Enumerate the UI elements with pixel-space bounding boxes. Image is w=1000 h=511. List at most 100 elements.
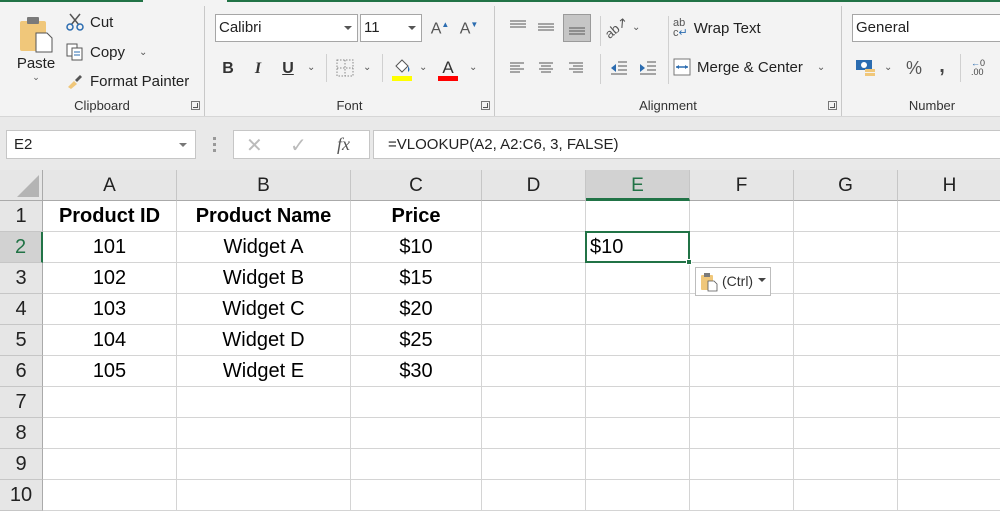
cell-c8[interactable]: [351, 418, 482, 449]
cell-a5[interactable]: 104: [43, 325, 177, 356]
font-name-select[interactable]: Calibri: [215, 14, 358, 42]
cell-g4[interactable]: [794, 294, 898, 325]
cell-e3[interactable]: [586, 263, 690, 294]
cell-f7[interactable]: [690, 387, 794, 418]
cell-h9[interactable]: [898, 449, 1000, 480]
cell-f8[interactable]: [690, 418, 794, 449]
cell-f9[interactable]: [690, 449, 794, 480]
fill-color-button[interactable]: [391, 56, 413, 82]
cell-a2[interactable]: 101: [43, 232, 177, 263]
row-header-8[interactable]: 8: [0, 418, 43, 449]
cell-h6[interactable]: [898, 356, 1000, 387]
cell-h4[interactable]: [898, 294, 1000, 325]
format-painter-button[interactable]: Format Painter: [66, 69, 189, 93]
cell-g7[interactable]: [794, 387, 898, 418]
cell-c4[interactable]: $20: [351, 294, 482, 325]
increase-indent-button[interactable]: [636, 56, 660, 80]
cell-h3[interactable]: [898, 263, 1000, 294]
cell-b4[interactable]: Widget C: [177, 294, 351, 325]
underline-button[interactable]: U: [279, 58, 297, 80]
cell-g1[interactable]: [794, 201, 898, 232]
fill-handle[interactable]: [686, 259, 692, 265]
name-box[interactable]: E2: [6, 130, 196, 159]
increase-decimal-button[interactable]: ←0.00: [966, 56, 990, 80]
cell-b2[interactable]: Widget A: [177, 232, 351, 263]
bottom-align-button[interactable]: [563, 14, 591, 42]
column-header-g[interactable]: G: [794, 170, 898, 201]
cell-a3[interactable]: 102: [43, 263, 177, 294]
paste-button[interactable]: Paste ⌄: [12, 10, 60, 88]
cell-b6[interactable]: Widget E: [177, 356, 351, 387]
cell-h2[interactable]: [898, 232, 1000, 263]
column-header-e[interactable]: E: [586, 170, 690, 201]
merge-center-chevron-icon[interactable]: ⌄: [817, 62, 825, 73]
accounting-format-button[interactable]: [854, 56, 878, 80]
cell-b1[interactable]: Product Name: [177, 201, 351, 232]
cell-b7[interactable]: [177, 387, 351, 418]
cell-h5[interactable]: [898, 325, 1000, 356]
cell-f2[interactable]: [690, 232, 794, 263]
cell-h1[interactable]: [898, 201, 1000, 232]
font-color-button[interactable]: A: [437, 56, 459, 82]
percent-style-button[interactable]: %: [902, 56, 926, 80]
cell-c1[interactable]: Price: [351, 201, 482, 232]
comma-style-button[interactable]: ,: [932, 54, 952, 78]
column-header-d[interactable]: D: [482, 170, 586, 201]
column-header-h[interactable]: H: [898, 170, 1000, 201]
borders-chevron-icon[interactable]: ⌄: [363, 62, 371, 73]
cell-d9[interactable]: [482, 449, 586, 480]
cell-h7[interactable]: [898, 387, 1000, 418]
cell-h10[interactable]: [898, 480, 1000, 511]
borders-button[interactable]: [335, 58, 355, 78]
cell-e7[interactable]: [586, 387, 690, 418]
top-align-button[interactable]: [505, 14, 531, 40]
cell-e6[interactable]: [586, 356, 690, 387]
row-header-1[interactable]: 1: [0, 201, 43, 232]
cell-d8[interactable]: [482, 418, 586, 449]
cell-b9[interactable]: [177, 449, 351, 480]
formula-bar-splitter[interactable]: [213, 137, 216, 153]
cell-a7[interactable]: [43, 387, 177, 418]
font-dialog-launcher[interactable]: [481, 101, 490, 110]
bold-button[interactable]: B: [219, 58, 237, 80]
name-box-dropdown-icon[interactable]: [179, 143, 187, 147]
cell-g5[interactable]: [794, 325, 898, 356]
column-header-f[interactable]: F: [690, 170, 794, 201]
enter-checkmark-icon[interactable]: ✓: [290, 133, 307, 158]
cell-e1[interactable]: [586, 201, 690, 232]
row-header-7[interactable]: 7: [0, 387, 43, 418]
increase-font-size-button[interactable]: A▲: [430, 18, 450, 40]
font-size-select[interactable]: 11: [360, 14, 422, 42]
number-format-select[interactable]: General: [852, 14, 1000, 42]
cell-f4[interactable]: [690, 294, 794, 325]
cell-g9[interactable]: [794, 449, 898, 480]
underline-chevron-icon[interactable]: ⌄: [307, 62, 315, 73]
cut-button[interactable]: Cut: [66, 10, 113, 34]
cell-h8[interactable]: [898, 418, 1000, 449]
accounting-chevron-icon[interactable]: ⌄: [884, 62, 892, 73]
cell-a10[interactable]: [43, 480, 177, 511]
row-header-9[interactable]: 9: [0, 449, 43, 480]
cell-d5[interactable]: [482, 325, 586, 356]
cell-a9[interactable]: [43, 449, 177, 480]
cell-e5[interactable]: [586, 325, 690, 356]
cell-g8[interactable]: [794, 418, 898, 449]
align-center-button[interactable]: [534, 56, 558, 80]
cell-e8[interactable]: [586, 418, 690, 449]
cell-b8[interactable]: [177, 418, 351, 449]
cell-d7[interactable]: [482, 387, 586, 418]
clipboard-dialog-launcher[interactable]: [191, 101, 200, 110]
cell-g10[interactable]: [794, 480, 898, 511]
fill-color-chevron-icon[interactable]: ⌄: [419, 62, 427, 73]
orientation-button[interactable]: ab↗: [602, 14, 631, 42]
cell-a4[interactable]: 103: [43, 294, 177, 325]
cell-e10[interactable]: [586, 480, 690, 511]
align-right-button[interactable]: [564, 56, 588, 80]
cell-e4[interactable]: [586, 294, 690, 325]
select-all-button[interactable]: [0, 170, 43, 201]
paste-chevron-icon[interactable]: ⌄: [32, 72, 40, 83]
cell-f10[interactable]: [690, 480, 794, 511]
cell-g6[interactable]: [794, 356, 898, 387]
cell-c6[interactable]: $30: [351, 356, 482, 387]
cell-c7[interactable]: [351, 387, 482, 418]
